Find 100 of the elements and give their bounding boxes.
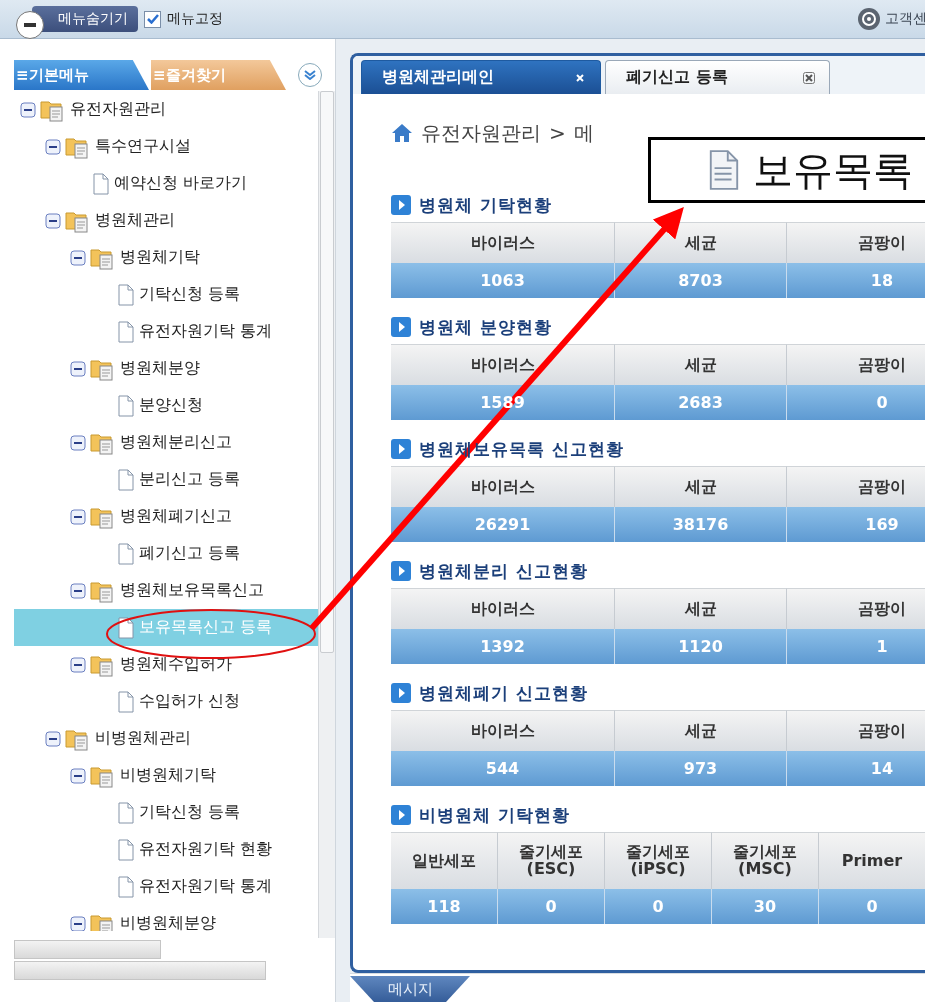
tree-item[interactable]: 병원체수입허가 bbox=[14, 646, 318, 683]
customer-center-link[interactable]: 고객센 bbox=[857, 7, 925, 31]
column-header: 곰팡이 bbox=[787, 588, 925, 629]
breadcrumb-current: 메 bbox=[573, 119, 594, 147]
table-cell: 544 bbox=[391, 751, 615, 786]
column-header: 세균 bbox=[615, 344, 787, 385]
column-header: 세균 bbox=[615, 710, 787, 751]
column-header: 바이러스 bbox=[391, 344, 615, 385]
tree-item[interactable]: 유전자원관리 bbox=[14, 91, 318, 128]
table-cell: 973 bbox=[615, 751, 787, 786]
column-header: 곰팡이 bbox=[787, 222, 925, 263]
collapse-toggle[interactable] bbox=[70, 434, 86, 451]
table-cell: 0 bbox=[819, 889, 925, 924]
close-icon[interactable] bbox=[803, 71, 815, 84]
play-icon bbox=[391, 317, 411, 337]
table-cell: 0 bbox=[498, 889, 605, 924]
table-cell: 1 bbox=[787, 629, 925, 664]
document-icon bbox=[117, 394, 135, 417]
horizontal-scrollbar[interactable] bbox=[14, 961, 266, 980]
tree-item[interactable]: 유전자원기탁 통계 bbox=[14, 313, 318, 350]
tree-item[interactable]: 병원체관리 bbox=[14, 202, 318, 239]
play-icon bbox=[391, 195, 411, 215]
breadcrumb-link[interactable]: 유전자원관리 bbox=[421, 119, 541, 147]
document-icon bbox=[117, 283, 135, 306]
pin-menu-checkbox[interactable] bbox=[144, 10, 161, 28]
expand-button[interactable] bbox=[298, 63, 322, 87]
column-header: 바이러스 bbox=[391, 588, 615, 629]
table-cell: 169 bbox=[787, 507, 925, 542]
document-icon bbox=[117, 801, 135, 824]
collapse-toggle[interactable] bbox=[70, 656, 86, 673]
tree-item[interactable]: 폐기신고 등록 bbox=[14, 535, 318, 572]
callout-text: 보유목록 bbox=[753, 145, 913, 195]
tree-item[interactable]: 비병원체기탁 bbox=[14, 757, 318, 794]
tree-item[interactable]: 특수연구시설 bbox=[14, 128, 318, 165]
table-cell: 118 bbox=[391, 889, 498, 924]
play-icon bbox=[391, 805, 411, 825]
document-icon bbox=[707, 149, 741, 191]
tree-item[interactable]: 병원체기탁 bbox=[14, 239, 318, 276]
play-icon bbox=[391, 683, 411, 703]
table-cell: 38176 bbox=[615, 507, 787, 542]
document-icon bbox=[117, 875, 135, 898]
tree-item[interactable]: 비병원체분양 bbox=[14, 905, 318, 931]
collapse-toggle[interactable] bbox=[70, 249, 86, 266]
tree-item[interactable]: 유전자원기탁 현황 bbox=[14, 831, 318, 868]
table-cell: 1063 bbox=[391, 263, 615, 298]
collapse-toggle[interactable] bbox=[70, 360, 86, 377]
home-icon bbox=[391, 123, 413, 143]
tree-item[interactable]: 수입허가 신청 bbox=[14, 683, 318, 720]
column-header: 일반세포 bbox=[391, 832, 498, 889]
tree-item[interactable]: 비병원체관리 bbox=[14, 720, 318, 757]
column-header: 세균 bbox=[615, 588, 787, 629]
tree-item[interactable]: 분양신청 bbox=[14, 387, 318, 424]
column-header: 줄기세포 (iPSC) bbox=[605, 832, 712, 889]
collapse-toggle[interactable] bbox=[45, 138, 61, 155]
table-cell: 0 bbox=[787, 385, 925, 420]
column-header: Primer bbox=[819, 832, 925, 889]
tree-item[interactable]: 유전자원기탁 통계 bbox=[14, 868, 318, 905]
document-icon bbox=[117, 542, 135, 565]
tree-item[interactable]: 병원체분리신고 bbox=[14, 424, 318, 461]
collapse-toggle[interactable] bbox=[70, 767, 86, 784]
document-icon bbox=[92, 172, 110, 195]
document-icon bbox=[117, 320, 135, 343]
hide-menu-button[interactable]: 메뉴숨기기 bbox=[32, 6, 138, 32]
collapse-toggle[interactable] bbox=[20, 101, 36, 118]
tree-item[interactable]: 예약신청 바로가기 bbox=[14, 165, 318, 202]
play-icon bbox=[391, 561, 411, 581]
target-icon bbox=[857, 7, 881, 31]
content-tab[interactable]: 병원체관리메인 bbox=[361, 60, 601, 94]
collapse-toggle[interactable] bbox=[70, 915, 86, 931]
document-icon bbox=[117, 838, 135, 861]
section-title: 병원체 기탁현황 bbox=[419, 194, 552, 215]
collapse-toggle[interactable] bbox=[45, 212, 61, 229]
column-header: 줄기세포 (MSC) bbox=[712, 832, 819, 889]
column-header: 바이러스 bbox=[391, 466, 615, 507]
content-tab[interactable]: 폐기신고 등록 bbox=[605, 60, 830, 94]
collapse-toggle[interactable] bbox=[70, 582, 86, 599]
section-title: 병원체폐기 신고현황 bbox=[419, 682, 588, 703]
column-header: 바이러스 bbox=[391, 222, 615, 263]
collapse-toggle[interactable] bbox=[45, 730, 61, 747]
table-cell: 14 bbox=[787, 751, 925, 786]
tree-item[interactable]: 병원체분양 bbox=[14, 350, 318, 387]
message-tab[interactable]: 메시지 bbox=[350, 976, 470, 1002]
table-cell: 0 bbox=[605, 889, 712, 924]
table-cell: 18 bbox=[787, 263, 925, 298]
play-icon bbox=[391, 439, 411, 459]
tree-item[interactable]: 기탁신청 등록 bbox=[14, 794, 318, 831]
tree-item[interactable]: 병원체보유목록신고 bbox=[14, 572, 318, 609]
minus-icon[interactable] bbox=[16, 11, 44, 39]
table-cell: 1120 bbox=[615, 629, 787, 664]
tree-item[interactable]: 병원체폐기신고 bbox=[14, 498, 318, 535]
column-header: 줄기세포 (ESC) bbox=[498, 832, 605, 889]
horizontal-scrollbar[interactable] bbox=[14, 940, 161, 959]
vertical-scrollbar[interactable] bbox=[318, 91, 335, 938]
table-cell: 2683 bbox=[615, 385, 787, 420]
tree-item[interactable]: 기탁신청 등록 bbox=[14, 276, 318, 313]
tree-item[interactable]: 분리신고 등록 bbox=[14, 461, 318, 498]
collapse-toggle[interactable] bbox=[70, 508, 86, 525]
close-icon[interactable] bbox=[574, 71, 586, 84]
table-cell: 30 bbox=[712, 889, 819, 924]
pin-menu-label: 메뉴고정 bbox=[167, 10, 223, 28]
